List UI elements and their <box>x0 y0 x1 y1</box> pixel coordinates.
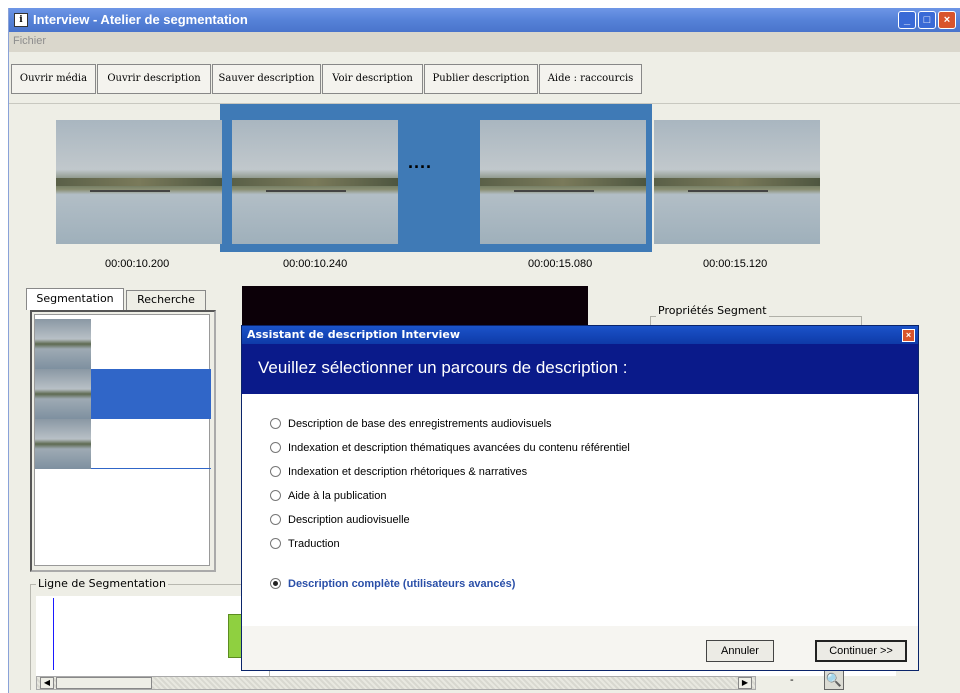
scrollbar-thumb[interactable] <box>56 677 152 689</box>
thumbnail-frame[interactable] <box>480 120 646 244</box>
segmentation-line-label: Ligne de Segmentation <box>36 577 168 590</box>
sauver-description-button[interactable]: Sauver description <box>212 64 321 94</box>
radio-label: Description de base des enregistrements … <box>288 418 552 430</box>
dialog-title: Assistant de description Interview <box>247 328 461 341</box>
radio-button[interactable] <box>270 441 281 453</box>
radio-option[interactable]: Traduction <box>270 537 340 550</box>
timestamp-label: 00:00:15.080 <box>528 258 593 270</box>
maximize-button[interactable]: □ <box>918 11 936 29</box>
aide-raccourcis-button[interactable]: Aide : raccourcis <box>539 64 642 94</box>
thumbnail-frame[interactable] <box>232 120 398 244</box>
timestamp-label: 00:00:15.120 <box>703 258 768 270</box>
arrow-right-icon[interactable]: ▶ <box>738 677 752 689</box>
arrow-left-icon[interactable]: ◀ <box>40 677 54 689</box>
tab-recherche[interactable]: Recherche <box>126 290 206 310</box>
dialog-heading: Veuillez sélectionner un parcours de des… <box>258 358 628 377</box>
radio-button[interactable] <box>270 465 281 477</box>
title-bar[interactable]: i Interview - Atelier de segmentation _ … <box>9 8 960 32</box>
voir-description-button[interactable]: Voir description <box>322 64 423 94</box>
timestamp-label: 00:00:10.240 <box>283 258 348 270</box>
menu-fichier[interactable]: Fichier <box>13 35 46 47</box>
radio-button[interactable] <box>270 537 281 549</box>
toolbar: Ouvrir média Ouvrir description Sauver d… <box>9 52 960 104</box>
dialog-body: Description de base des enregistrements … <box>242 394 918 626</box>
radio-button-checked[interactable] <box>270 577 281 589</box>
radio-button[interactable] <box>270 513 281 525</box>
magnifier-icon[interactable]: 🔍 <box>824 670 844 690</box>
timeline-cursor[interactable] <box>53 598 54 670</box>
app-window-icon: i <box>14 13 28 27</box>
radio-option[interactable]: Description audiovisuelle <box>270 513 410 526</box>
radio-button[interactable] <box>270 489 281 501</box>
minimize-button[interactable]: _ <box>898 11 916 29</box>
continuer-button[interactable]: Continuer >> <box>815 640 907 662</box>
radio-option[interactable]: Indexation et description rhétoriques & … <box>270 465 528 478</box>
radio-label: Description audiovisuelle <box>288 514 410 526</box>
video-player[interactable] <box>242 286 588 326</box>
list-item[interactable] <box>35 419 211 469</box>
radio-option[interactable]: Aide à la publication <box>270 489 387 502</box>
annuler-button[interactable]: Annuler <box>706 640 774 662</box>
radio-label: Description complète (utilisateurs avanc… <box>288 578 516 590</box>
ouvrir-media-button[interactable]: Ouvrir média <box>11 64 96 94</box>
ouvrir-description-button[interactable]: Ouvrir description <box>97 64 211 94</box>
frames-separator: .... <box>408 152 433 172</box>
segment-list[interactable] <box>34 314 211 566</box>
radio-button[interactable] <box>270 417 281 429</box>
menu-bar: Fichier <box>9 32 960 52</box>
radio-option-selected[interactable]: Description complète (utilisateurs avanc… <box>270 577 516 590</box>
dialog-close-button[interactable]: × <box>902 329 915 342</box>
thumbnail-frame[interactable] <box>56 120 222 244</box>
publier-description-button[interactable]: Publier description <box>424 64 538 94</box>
assistant-dialog: Assistant de description Interview × Veu… <box>241 325 919 671</box>
radio-label: Aide à la publication <box>288 490 387 502</box>
window-title: Interview - Atelier de segmentation <box>33 12 248 27</box>
radio-label: Traduction <box>288 538 340 550</box>
radio-label: Indexation et description thématiques av… <box>288 442 630 454</box>
properties-label: Propriétés Segment <box>656 304 769 317</box>
radio-label: Indexation et description rhétoriques & … <box>288 466 528 478</box>
timeline-dash: - <box>790 674 794 686</box>
tab-segmentation[interactable]: Segmentation <box>26 288 124 310</box>
radio-option[interactable]: Indexation et description thématiques av… <box>270 441 630 454</box>
radio-option[interactable]: Description de base des enregistrements … <box>270 417 552 430</box>
list-item[interactable] <box>35 369 211 419</box>
dialog-header: Veuillez sélectionner un parcours de des… <box>242 344 918 394</box>
dialog-title-bar[interactable]: Assistant de description Interview × <box>242 326 918 344</box>
timestamp-label: 00:00:10.200 <box>105 258 170 270</box>
thumbnail-frame[interactable] <box>654 120 820 244</box>
close-button[interactable]: × <box>938 11 956 29</box>
list-item[interactable] <box>35 319 211 369</box>
